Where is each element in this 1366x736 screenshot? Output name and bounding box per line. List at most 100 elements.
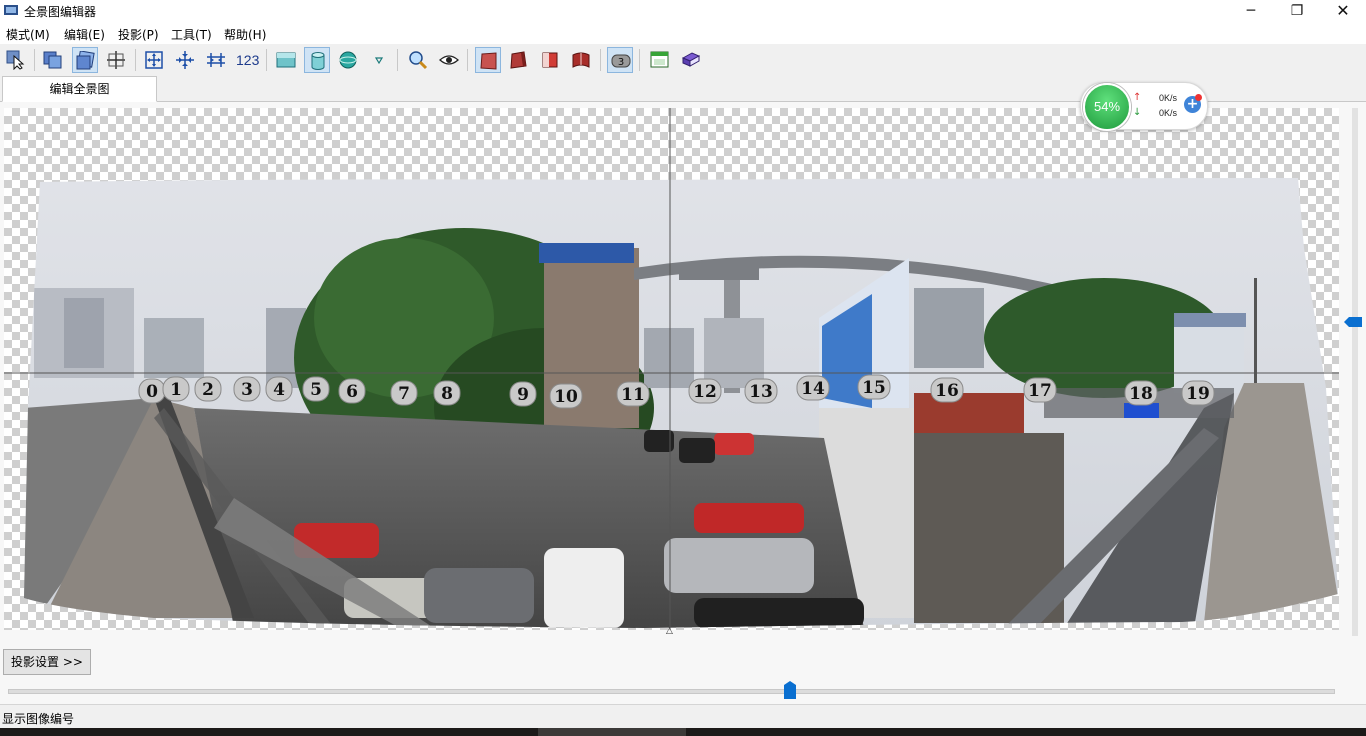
maximize-button[interactable]: ❐ — [1274, 0, 1320, 22]
image-number-label[interactable]: 16 — [930, 377, 964, 403]
image-number-label[interactable]: 12 — [688, 378, 722, 404]
upload-arrow-icon: ↑ — [1133, 92, 1142, 103]
menu-tools[interactable]: 工具(T) — [171, 26, 212, 43]
close-button[interactable]: ✕ — [1320, 0, 1366, 22]
rectangular-projection-button[interactable] — [273, 47, 299, 73]
preview-button[interactable] — [436, 47, 462, 73]
book-button[interactable] — [678, 47, 704, 73]
network-usage-gauge[interactable]: 54% — [1083, 83, 1131, 131]
menu-bar: 模式(M) 编辑(E) 投影(P) 工具(T) 帮助(H) — [0, 22, 1366, 45]
image-number-label[interactable]: 8 — [433, 380, 461, 406]
transparency-checkerboard: 0 1 2 3 4 5 6 7 8 9 10 11 12 13 14 15 16 17 18 19 — [4, 108, 1339, 630]
layer-badge-button[interactable]: 3 — [607, 47, 633, 73]
bottom-panel: 投影设置 >> — [0, 637, 1366, 704]
red-panel-2-button[interactable] — [506, 47, 532, 73]
zoom-button[interactable] — [405, 47, 431, 73]
panorama-canvas[interactable]: 0 1 2 3 4 5 6 7 8 9 10 11 12 13 14 15 16 17 18 19 △ — [0, 102, 1366, 637]
window-button[interactable] — [647, 47, 673, 73]
image-number-label[interactable]: 15 — [857, 374, 891, 400]
image-number-label[interactable]: 9 — [509, 381, 537, 407]
image-number-label[interactable]: 19 — [1181, 380, 1215, 406]
taskbar-active-app[interactable] — [538, 728, 686, 736]
red-panel-3-button[interactable] — [537, 47, 563, 73]
image-number-label[interactable]: 18 — [1124, 380, 1158, 406]
image-number-text: 15 — [862, 378, 886, 398]
horizontal-slider-track[interactable] — [8, 689, 1335, 694]
menu-mode[interactable]: 模式(M) — [6, 26, 50, 43]
minimize-button[interactable]: ─ — [1228, 0, 1274, 22]
toolbar-separator — [34, 49, 35, 71]
image-number-text: 11 — [621, 385, 645, 405]
fit-to-screen-button[interactable] — [141, 47, 167, 73]
image-number-text: 6 — [346, 382, 358, 402]
center-button[interactable] — [172, 47, 198, 73]
download-arrow-icon: ↓ — [1133, 107, 1142, 118]
toolbar: 123 3 — [0, 44, 1366, 76]
window-icon — [650, 51, 669, 68]
image-number-label[interactable]: 1 — [162, 376, 190, 402]
red-panel-2-icon — [510, 51, 527, 69]
sphere-icon — [339, 51, 357, 69]
projection-dropdown-button[interactable] — [366, 47, 392, 73]
book-icon — [681, 52, 701, 67]
app-icon — [4, 5, 18, 15]
number-text-icon[interactable]: 123 — [236, 52, 259, 68]
image-number-label[interactable]: 5 — [302, 376, 330, 402]
red-panel-1-button[interactable] — [475, 47, 501, 73]
image-number-text: 17 — [1028, 381, 1052, 401]
menu-edit[interactable]: 编辑(E) — [64, 26, 105, 43]
upload-speed: 0K/s — [1159, 93, 1178, 103]
sphere-button[interactable] — [335, 47, 361, 73]
status-bar: 显示图像编号 — [0, 704, 1366, 729]
menu-projection[interactable]: 投影(P) — [118, 26, 159, 43]
title-bar: 全景图编辑器 ─ ❐ ✕ — [0, 0, 1366, 22]
center-marker-icon: △ — [666, 626, 673, 636]
vertical-scrollbar[interactable] — [1352, 108, 1358, 636]
image-number-label[interactable]: 6 — [338, 378, 366, 404]
window-title: 全景图编辑器 — [24, 5, 97, 19]
image-number-label[interactable]: 14 — [796, 375, 830, 401]
image-number-text: 9 — [517, 385, 529, 405]
red-panel-3-icon — [542, 52, 558, 68]
image-number-label[interactable]: 4 — [265, 376, 293, 402]
image-number-label[interactable]: 13 — [744, 378, 778, 404]
vertical-position-thumb[interactable] — [1344, 317, 1362, 327]
image-number-label[interactable]: 11 — [616, 381, 650, 407]
red-panel-4-button[interactable] — [568, 47, 594, 73]
image-number-label[interactable]: 10 — [549, 383, 583, 409]
select-pointer-button[interactable] — [3, 47, 29, 73]
taskbar — [0, 728, 1366, 736]
network-speed-widget[interactable]: 54% ↑ ↓ 0K/s 0K/s + — [1080, 82, 1208, 131]
tab-edit-panorama[interactable]: 编辑全景图 — [2, 76, 157, 102]
image-number-text: 0 — [146, 382, 158, 402]
image-number-label[interactable]: 7 — [390, 380, 418, 406]
layer-badge-icon: 3 — [611, 54, 631, 68]
panorama-image[interactable]: 0 1 2 3 4 5 6 7 8 9 10 11 12 13 14 15 16 17 18 19 — [4, 108, 1339, 630]
cylinder-button[interactable] — [304, 47, 330, 73]
image-number-text: 14 — [801, 379, 825, 399]
projection-settings-button[interactable]: 投影设置 >> — [3, 649, 91, 675]
image-number-text: 13 — [749, 382, 773, 402]
image-number-text: 1 — [170, 380, 182, 400]
panorama-scene — [24, 178, 1338, 628]
toolbar-separator — [639, 49, 640, 71]
image-number-label[interactable]: 0 — [138, 378, 166, 404]
toolbar-separator — [397, 49, 398, 71]
image-number-label[interactable]: 3 — [233, 376, 261, 402]
image-number-text: 7 — [398, 384, 410, 404]
multi-image-button[interactable] — [40, 47, 66, 73]
image-number-label[interactable]: 2 — [194, 376, 222, 402]
crosshair-button[interactable] — [103, 47, 129, 73]
image-number-label[interactable]: 17 — [1023, 377, 1057, 403]
dropdown-arrow-icon — [374, 57, 384, 65]
align-horizontal-button[interactable] — [203, 47, 229, 73]
toolbar-separator — [135, 49, 136, 71]
image-number-text: 10 — [554, 387, 578, 407]
image-stack-button[interactable] — [72, 47, 98, 73]
menu-help[interactable]: 帮助(H) — [224, 26, 266, 43]
image-number-text: 4 — [273, 380, 285, 400]
horizontal-slider-thumb[interactable] — [783, 681, 796, 699]
toolbar-separator — [467, 49, 468, 71]
red-panel-1-icon — [480, 52, 497, 70]
notification-dot — [1195, 94, 1202, 101]
